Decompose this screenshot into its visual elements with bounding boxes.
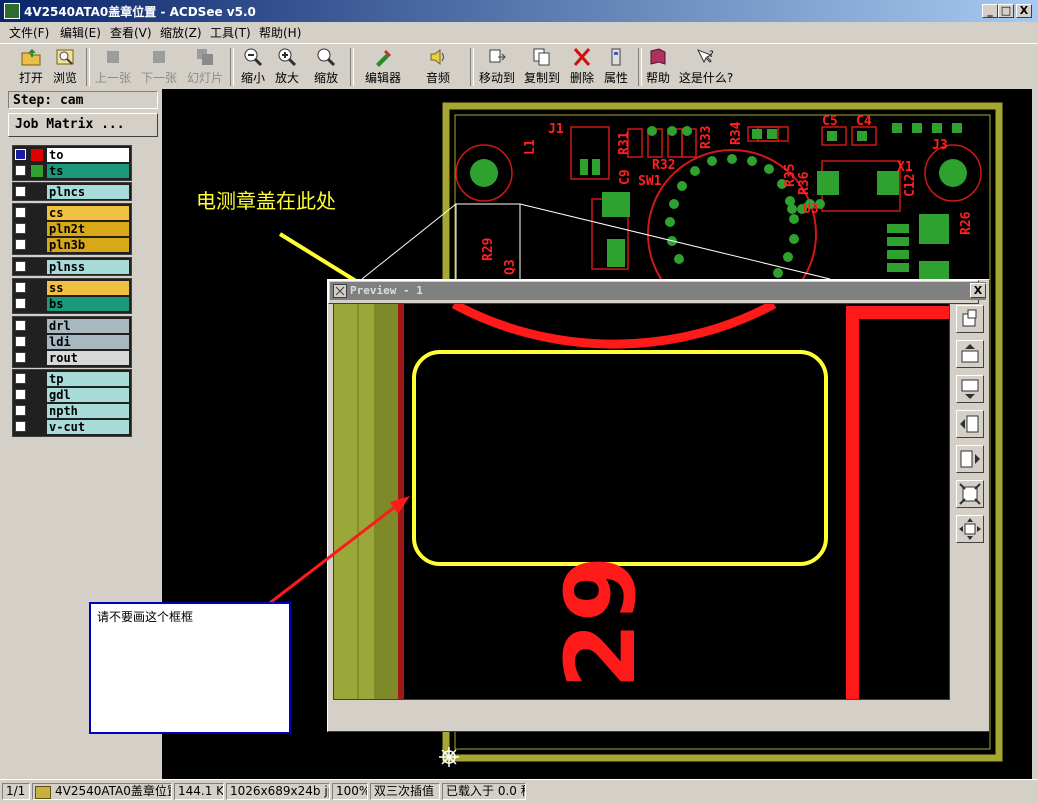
status-filename-text: 4V2540ATA0盖章位置: [55, 784, 172, 798]
status-size: 144.1 KB: [174, 783, 224, 800]
status-zoom: 100%: [332, 783, 368, 800]
comment-note-box: 请不要画这个框框: [89, 602, 291, 734]
status-load-time: 已载入于 0.0 秒: [442, 783, 526, 800]
status-bar: 1/1 4V2540ATA0盖章位置 144.1 KB 1026x689x24b…: [0, 779, 1038, 804]
status-filename: 4V2540ATA0盖章位置: [32, 783, 172, 800]
status-index: 1/1: [2, 783, 30, 800]
comment-note-text: 请不要画这个框框: [97, 610, 194, 624]
status-interpolation: 双三次插值: [370, 783, 440, 800]
status-dimensions: 1026x689x24b jpeg: [226, 783, 330, 800]
image-file-icon: [35, 786, 51, 799]
